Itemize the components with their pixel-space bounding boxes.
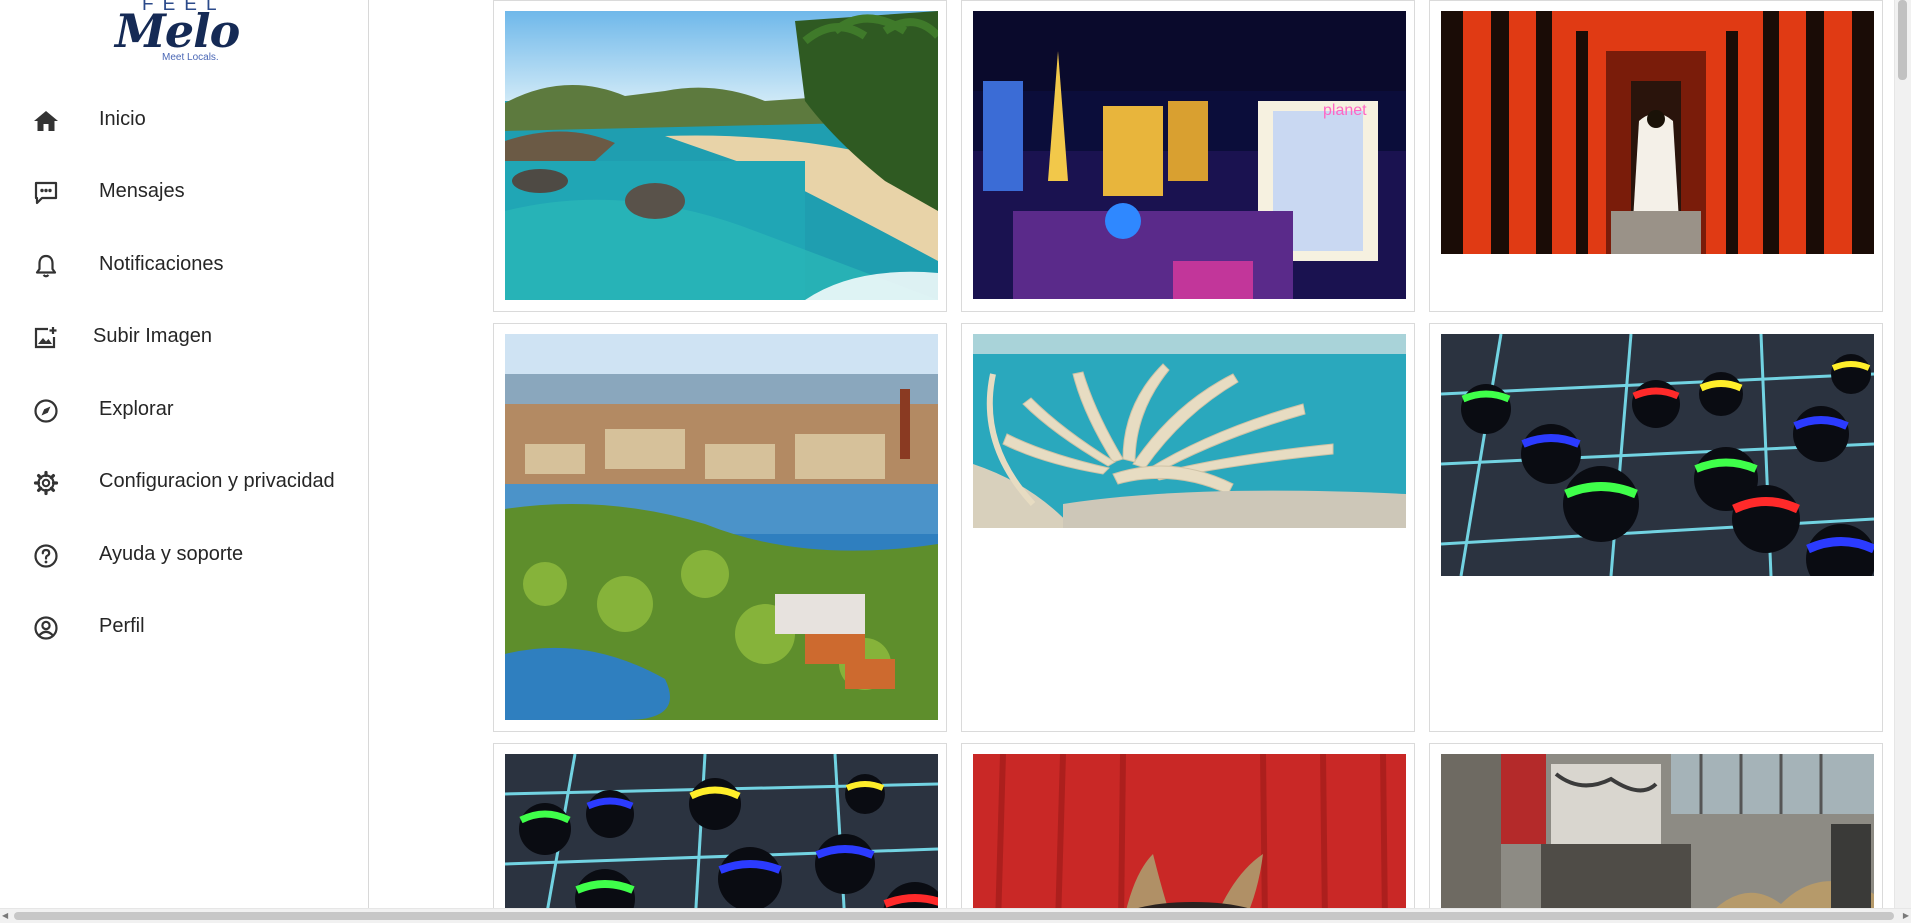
- bell-icon: [32, 252, 60, 280]
- profile-icon: [32, 614, 60, 642]
- nav-item-inicio[interactable]: Inicio: [0, 91, 368, 147]
- nav-label: Ayuda y soporte: [99, 543, 244, 565]
- nav-label: Mensajes: [99, 180, 185, 202]
- gallery-card[interactable]: [1429, 0, 1883, 312]
- las-vegas-image[interactable]: planet: [973, 11, 1406, 299]
- message-icon: [32, 179, 60, 207]
- gear-icon: [32, 469, 60, 497]
- nav-item-explorar[interactable]: Explorar: [0, 381, 368, 437]
- beach-image[interactable]: [505, 11, 938, 300]
- nav-label: Inicio: [99, 108, 146, 130]
- nav-item-perfil[interactable]: Perfil: [0, 598, 368, 654]
- gallery-card[interactable]: planet: [961, 0, 1415, 312]
- neon-spheres-image-2[interactable]: [505, 754, 938, 923]
- abandoned-building-image[interactable]: [1441, 754, 1874, 923]
- gallery-card[interactable]: [961, 743, 1415, 923]
- neon-spheres-image[interactable]: [1441, 334, 1874, 576]
- nav-label: Subir Imagen: [93, 325, 212, 347]
- vertical-scroll-thumb[interactable]: [1898, 0, 1907, 80]
- brand-logo[interactable]: FEEL Melo Meet Locals.: [115, 0, 265, 68]
- vertical-scrollbar[interactable]: [1894, 0, 1911, 909]
- scroll-left-icon[interactable]: ◀: [2, 909, 8, 923]
- add-image-icon: [32, 324, 60, 352]
- gallery-card[interactable]: [961, 323, 1415, 732]
- planet-sign: planet: [1323, 102, 1367, 119]
- nav-label: Perfil: [99, 615, 145, 637]
- sidebar: FEEL Melo Meet Locals. Inicio Mensajes N…: [0, 0, 369, 923]
- home-icon: [32, 107, 60, 135]
- nav-label: Notificaciones: [99, 253, 224, 275]
- gallery-card[interactable]: [1429, 743, 1883, 923]
- torii-gates-image[interactable]: [1441, 11, 1874, 254]
- scroll-right-icon[interactable]: ▶: [1903, 909, 1909, 923]
- compass-icon: [32, 397, 60, 425]
- stockholm-image[interactable]: [505, 334, 938, 720]
- nav-item-mensajes[interactable]: Mensajes: [0, 163, 368, 219]
- brand-tagline: Meet Locals.: [162, 52, 219, 63]
- red-curtain-image[interactable]: [973, 754, 1406, 923]
- gallery-card[interactable]: [493, 743, 947, 923]
- brand-name: Melo: [115, 4, 240, 58]
- horizontal-scroll-thumb[interactable]: [14, 912, 1894, 920]
- nav-item-configuracion[interactable]: Configuracion y privacidad: [0, 453, 368, 509]
- help-icon: [32, 542, 60, 570]
- gallery-card[interactable]: [493, 0, 947, 312]
- nav-item-ayuda[interactable]: Ayuda y soporte: [0, 526, 368, 582]
- gallery: planet: [369, 0, 1911, 923]
- gallery-card[interactable]: [493, 323, 947, 732]
- nav-label: Explorar: [99, 398, 174, 420]
- gallery-card[interactable]: [1429, 323, 1883, 732]
- horizontal-scrollbar[interactable]: ◀ ▶: [0, 908, 1911, 923]
- palm-island-image[interactable]: [973, 334, 1406, 528]
- nav-item-notificaciones[interactable]: Notificaciones: [0, 236, 368, 292]
- nav-label: Configuracion y privacidad: [99, 470, 335, 492]
- nav-item-subir-imagen[interactable]: Subir Imagen: [0, 308, 368, 364]
